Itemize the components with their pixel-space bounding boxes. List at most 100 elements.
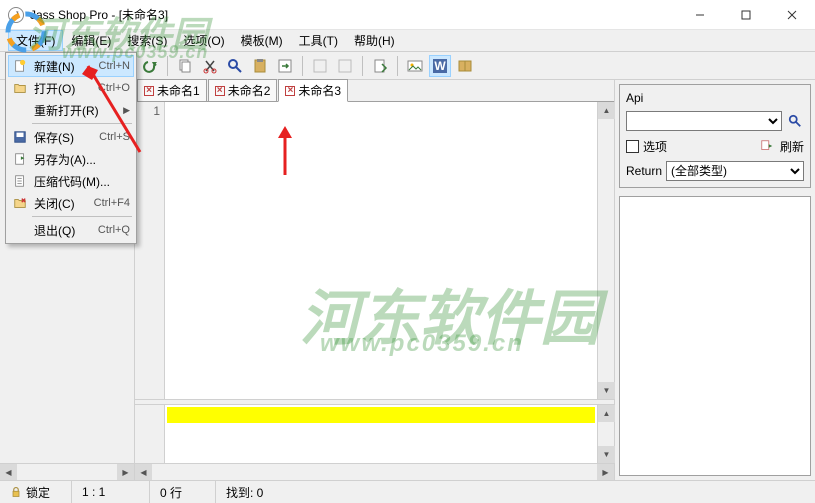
status-pos: 1 : 1 <box>72 481 150 503</box>
scroll-down-icon[interactable]: ▼ <box>598 382 615 399</box>
scroll-down-icon[interactable]: ▼ <box>598 446 615 463</box>
output-panel: ▲ ▼ <box>135 405 614 463</box>
tab-close-icon[interactable]: × <box>144 86 154 96</box>
tab-doc3[interactable]: ×未命名3 <box>278 79 348 102</box>
menu-help[interactable]: 帮助(H) <box>346 30 403 51</box>
api-return-label: Return <box>626 164 662 178</box>
tab-label: 未命名2 <box>228 82 271 99</box>
menu-file[interactable]: 文件(F) <box>8 30 63 51</box>
menu-tools[interactable]: 工具(T) <box>291 30 346 51</box>
file-menu-close[interactable]: 关闭(C) Ctrl+F4 <box>8 192 134 214</box>
api-search-input[interactable] <box>626 111 782 131</box>
menu-search[interactable]: 搜索(S) <box>119 30 175 51</box>
menu-template[interactable]: 模板(M) <box>233 30 291 51</box>
file-menu-saveas[interactable]: 另存为(A)... <box>8 148 134 170</box>
editor-column: ×未命名1 ×未命名2 ×未命名3 1 ▲ ▼ ▲ ▼ ◀ <box>135 80 615 480</box>
tb-insert-icon[interactable] <box>369 55 391 77</box>
save-icon <box>12 129 28 145</box>
menu-options[interactable]: 选项(O) <box>175 30 232 51</box>
line-number: 1 <box>135 104 160 118</box>
api-return-select[interactable]: (全部类型) <box>666 161 804 181</box>
tb-redo-icon[interactable] <box>139 55 161 77</box>
left-hscroll[interactable]: ◀ ▶ <box>0 463 134 480</box>
api-search-box: Api 选项 刷新 Return (全部类型) <box>619 84 811 188</box>
saveas-icon <box>12 151 28 167</box>
api-result-list[interactable] <box>619 196 811 476</box>
scroll-up-icon[interactable]: ▲ <box>598 102 615 119</box>
submenu-arrow-icon: ▶ <box>123 105 130 116</box>
api-title: Api <box>626 91 804 105</box>
output-highlight <box>167 407 595 423</box>
status-lines: 0 行 <box>150 481 216 503</box>
file-menu-new[interactable]: 新建(N) Ctrl+N <box>8 55 134 77</box>
api-find-icon[interactable] <box>786 112 804 130</box>
api-refresh-label[interactable]: 刷新 <box>780 138 804 155</box>
line-gutter: 1 <box>135 102 165 399</box>
tb-copy-icon[interactable] <box>174 55 196 77</box>
blank-icon <box>12 102 28 118</box>
tab-close-icon[interactable]: × <box>215 86 225 96</box>
output-text[interactable] <box>165 405 597 463</box>
scroll-right-icon[interactable]: ▶ <box>117 464 134 481</box>
file-menu-open[interactable]: 打开(O) Ctrl+O <box>8 77 134 99</box>
file-menu-compress[interactable]: 压缩代码(M)... <box>8 170 134 192</box>
toolbar-separator <box>167 56 168 76</box>
file-menu-exit[interactable]: 退出(Q) Ctrl+Q <box>8 219 134 241</box>
scroll-right-icon[interactable]: ▶ <box>597 464 614 481</box>
close-button[interactable] <box>769 0 815 29</box>
svg-text:W: W <box>434 59 446 73</box>
tb-book-icon[interactable] <box>454 55 476 77</box>
close-icon <box>12 195 28 211</box>
blank-icon <box>12 222 28 238</box>
api-option-checkbox[interactable] <box>626 140 639 153</box>
status-found: 找到: 0 <box>216 481 815 503</box>
tb-cut-icon[interactable] <box>199 55 221 77</box>
menu-separator <box>32 123 132 124</box>
open-icon <box>12 80 28 96</box>
refresh-icon[interactable] <box>758 137 776 155</box>
tab-label: 未命名1 <box>157 82 200 99</box>
document-tabs: ×未命名1 ×未命名2 ×未命名3 <box>135 80 614 102</box>
title-bar: J Jass Shop Pro - [未命名3] <box>0 0 815 30</box>
tab-doc1[interactable]: ×未命名1 <box>137 79 207 101</box>
menu-separator <box>32 216 132 217</box>
editor-vscroll[interactable]: ▲ ▼ <box>597 102 614 399</box>
tb-image-icon[interactable] <box>404 55 426 77</box>
scroll-up-icon[interactable]: ▲ <box>598 405 615 422</box>
file-menu-dropdown: 新建(N) Ctrl+N 打开(O) Ctrl+O 重新打开(R) ▶ 保存(S… <box>5 52 137 244</box>
output-vscroll[interactable]: ▲ ▼ <box>597 405 614 463</box>
tb-find-icon[interactable] <box>224 55 246 77</box>
new-icon <box>12 58 28 74</box>
output-gutter <box>135 405 165 463</box>
compress-icon <box>12 173 28 189</box>
file-menu-reopen[interactable]: 重新打开(R) ▶ <box>8 99 134 121</box>
api-panel: Api 选项 刷新 Return (全部类型) <box>615 80 815 480</box>
app-icon: J <box>8 7 24 23</box>
editor-body: 1 ▲ ▼ <box>135 102 614 399</box>
lock-icon <box>10 486 22 498</box>
toolbar-separator <box>302 56 303 76</box>
menu-bar: 文件(F) 编辑(E) 搜索(S) 选项(O) 模板(M) 工具(T) 帮助(H… <box>0 30 815 52</box>
toolbar-separator <box>397 56 398 76</box>
menu-edit[interactable]: 编辑(E) <box>63 30 119 51</box>
tb-blank2-icon[interactable] <box>334 55 356 77</box>
window-title: Jass Shop Pro - [未命名3] <box>30 6 677 23</box>
editor-hscroll[interactable]: ◀ ▶ <box>135 463 614 480</box>
api-option-label: 选项 <box>643 138 667 155</box>
tab-doc2[interactable]: ×未命名2 <box>208 79 278 101</box>
tb-paste-icon[interactable] <box>249 55 271 77</box>
scroll-left-icon[interactable]: ◀ <box>135 464 152 481</box>
toolbar-separator <box>362 56 363 76</box>
tb-goto-icon[interactable] <box>274 55 296 77</box>
code-editor[interactable] <box>165 102 597 399</box>
maximize-button[interactable] <box>723 0 769 29</box>
tab-close-icon[interactable]: × <box>285 86 295 96</box>
status-lock: 锁定 <box>0 481 72 503</box>
scroll-left-icon[interactable]: ◀ <box>0 464 17 481</box>
tb-w-icon[interactable]: W <box>429 55 451 77</box>
file-menu-save[interactable]: 保存(S) Ctrl+S <box>8 126 134 148</box>
tab-label: 未命名3 <box>298 82 341 99</box>
status-bar: 锁定 1 : 1 0 行 找到: 0 <box>0 480 815 503</box>
minimize-button[interactable] <box>677 0 723 29</box>
tb-blank1-icon[interactable] <box>309 55 331 77</box>
